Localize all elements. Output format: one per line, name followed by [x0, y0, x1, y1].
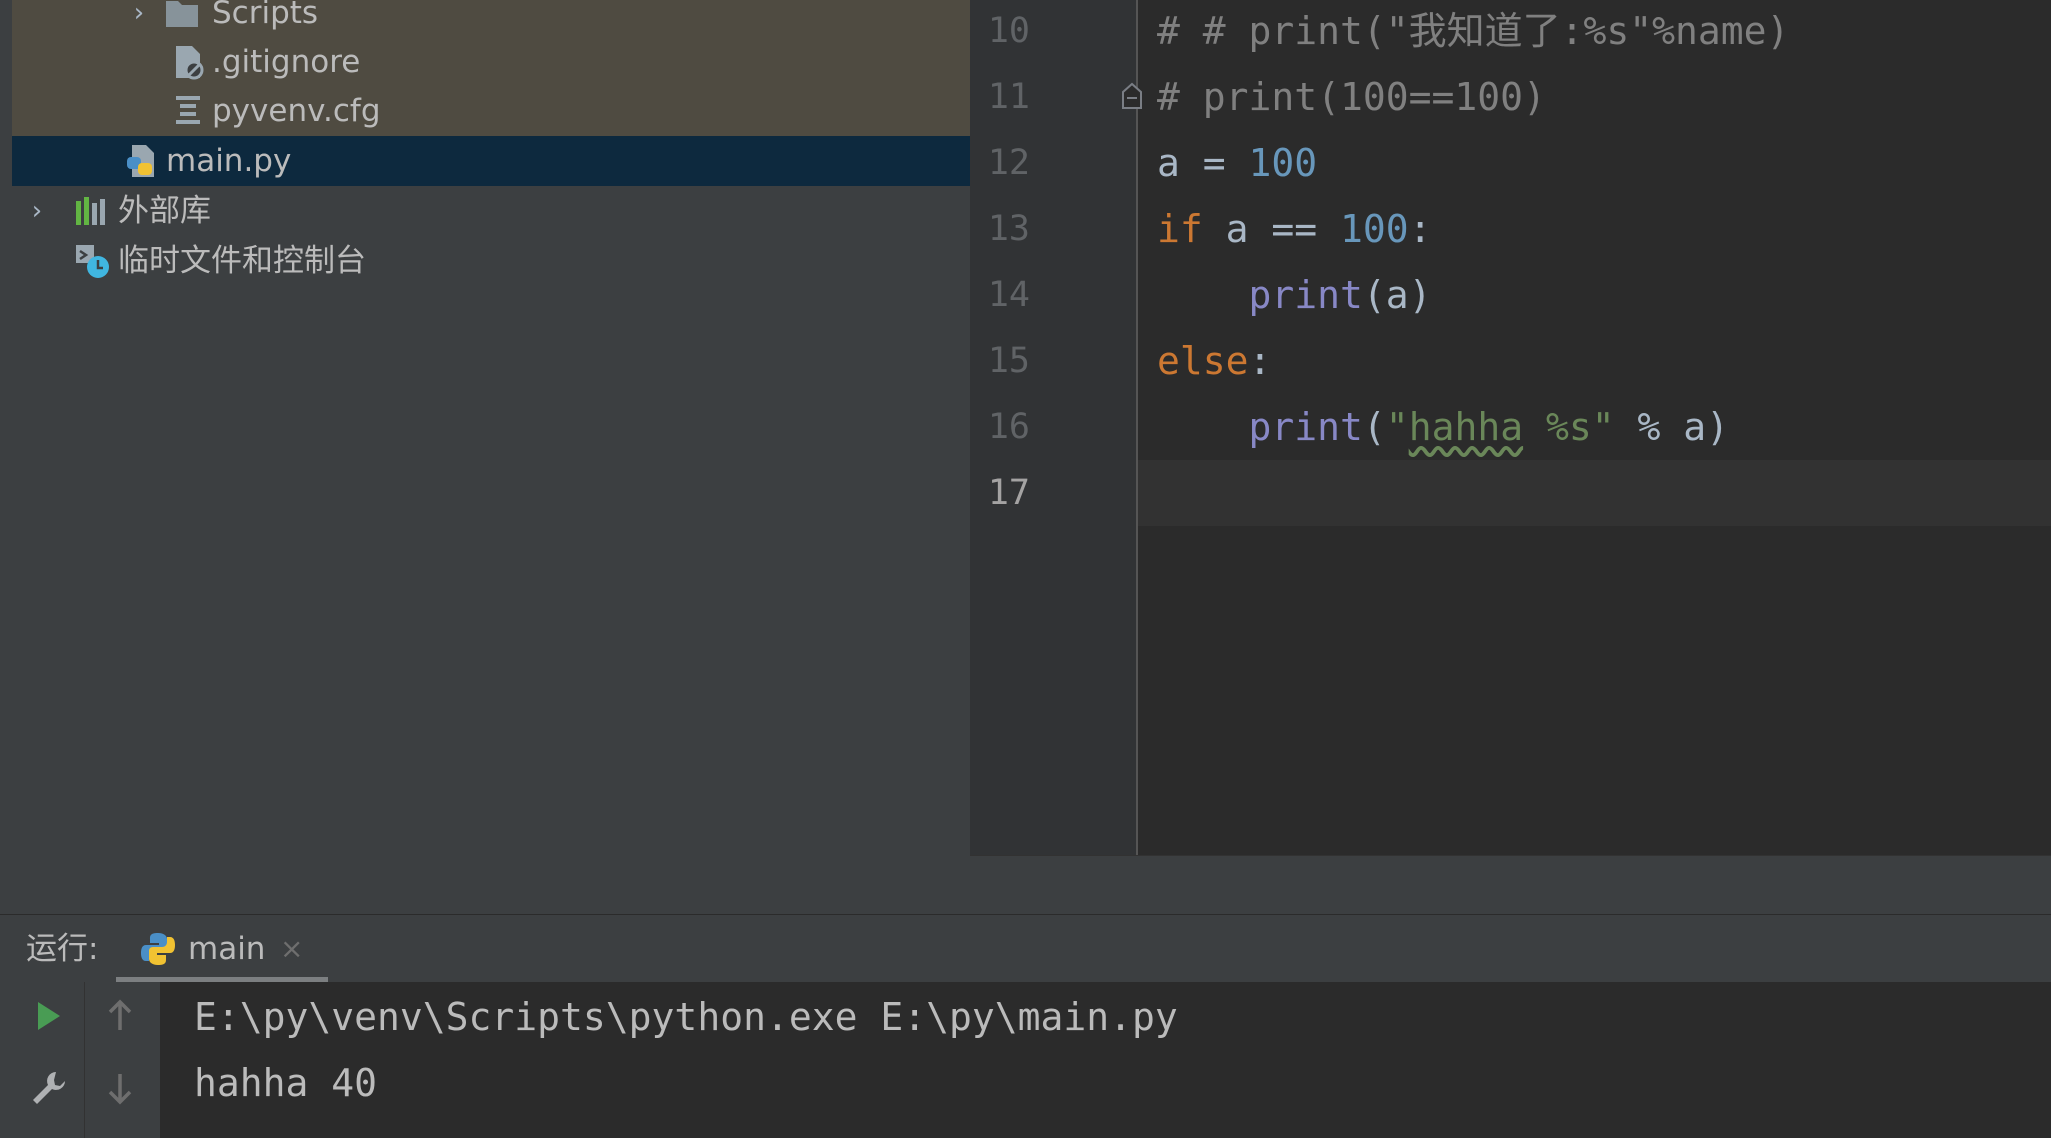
- code-token: ": [1385, 405, 1409, 449]
- console-output[interactable]: E:\py\venv\Scripts\python.exe E:\py\main…: [160, 982, 2051, 1138]
- console-line: hahha 40: [194, 1061, 378, 1105]
- chevron-right-icon[interactable]: ›: [127, 0, 151, 38]
- python-icon: [141, 933, 175, 965]
- code-line[interactable]: a = 100: [1157, 130, 1317, 196]
- run-title: 运行:: [26, 931, 99, 967]
- line-number: 11: [987, 77, 1030, 117]
- run-toolbar: [0, 982, 160, 1138]
- code-token: :: [1248, 339, 1272, 383]
- fold-end-icon[interactable]: [1121, 82, 1143, 110]
- code-token: else: [1157, 339, 1249, 383]
- code-token: (: [1362, 405, 1386, 449]
- tree-item-scratches-consoles[interactable]: 临时文件和控制台: [12, 236, 970, 286]
- project-tree: › Scripts .gitignore pyvenv.cfg main.py: [12, 0, 970, 914]
- library-icon: [76, 197, 105, 225]
- code-line[interactable]: # # print("我知道了:%s"%name): [1157, 0, 1789, 64]
- code-token: a =: [1157, 141, 1249, 185]
- code-line[interactable]: print("hahha %s" % a): [1157, 394, 1729, 460]
- code-token: % a): [1614, 405, 1729, 449]
- line-number: 16: [987, 407, 1030, 447]
- tree-item-label: 临时文件和控制台: [118, 243, 366, 279]
- console-line: E:\py\venv\Scripts\python.exe E:\py\main…: [194, 995, 1178, 1039]
- run-tab-label: main: [188, 931, 266, 967]
- tree-item-label: Scripts: [212, 0, 319, 31]
- code-token: %s": [1523, 405, 1615, 449]
- tree-item-gitignore[interactable]: .gitignore: [12, 37, 970, 87]
- close-icon[interactable]: ×: [280, 915, 303, 983]
- code-line[interactable]: else:: [1157, 328, 1271, 394]
- code-token: hahha: [1408, 405, 1524, 449]
- tree-item-scripts[interactable]: › Scripts: [12, 0, 970, 38]
- scratches-icon: [76, 245, 109, 278]
- arrow-up-icon[interactable]: [100, 996, 140, 1036]
- toolbar-divider: [84, 982, 85, 1138]
- ignored-file-icon: [176, 46, 204, 80]
- code-line[interactable]: print(a): [1157, 262, 1432, 328]
- tree-item-main-py[interactable]: main.py: [12, 136, 970, 186]
- code-token: print: [1248, 405, 1363, 449]
- folder-icon: [166, 1, 198, 27]
- tree-item-label: main.py: [166, 143, 292, 179]
- code-token: 100: [1248, 141, 1318, 185]
- code-token: # print(100==100): [1157, 75, 1546, 119]
- line-number-current: 17: [987, 473, 1030, 513]
- code-line[interactable]: # print(100==100): [1157, 64, 1546, 130]
- run-tool-window-header: 运行: main ×: [0, 914, 2051, 983]
- config-file-icon: [176, 96, 200, 124]
- tree-item-external-libraries[interactable]: › 外部库: [12, 186, 970, 236]
- editor-scroll-area-bottom: [970, 855, 2051, 915]
- line-number: 10: [987, 11, 1030, 51]
- code-token: if: [1157, 207, 1203, 251]
- current-line-highlight: [1138, 460, 2051, 526]
- chevron-right-icon[interactable]: ›: [25, 186, 49, 236]
- wrench-icon[interactable]: [28, 1068, 68, 1108]
- line-number: 13: [987, 209, 1030, 249]
- line-number: 15: [987, 341, 1030, 381]
- line-number: 12: [987, 143, 1030, 183]
- tree-item-label: .gitignore: [212, 44, 361, 80]
- python-file-icon: [127, 145, 154, 177]
- run-tab-main[interactable]: main ×: [116, 915, 328, 983]
- line-number: 14: [987, 275, 1030, 315]
- code-token: a ==: [1202, 207, 1341, 251]
- code-token: (a): [1362, 273, 1432, 317]
- tree-item-pyvenv-cfg[interactable]: pyvenv.cfg: [12, 86, 970, 136]
- code-token: :: [1408, 207, 1432, 251]
- rerun-play-icon[interactable]: [28, 996, 68, 1036]
- tree-item-label: pyvenv.cfg: [212, 93, 381, 129]
- code-token: # # print("我知道了:%s"%name): [1157, 9, 1790, 53]
- code-token: 100: [1340, 207, 1409, 251]
- code-line[interactable]: if a == 100:: [1157, 196, 1432, 262]
- arrow-down-icon[interactable]: [100, 1068, 140, 1108]
- tree-item-label: 外部库: [118, 193, 211, 229]
- code-token: print: [1248, 273, 1363, 317]
